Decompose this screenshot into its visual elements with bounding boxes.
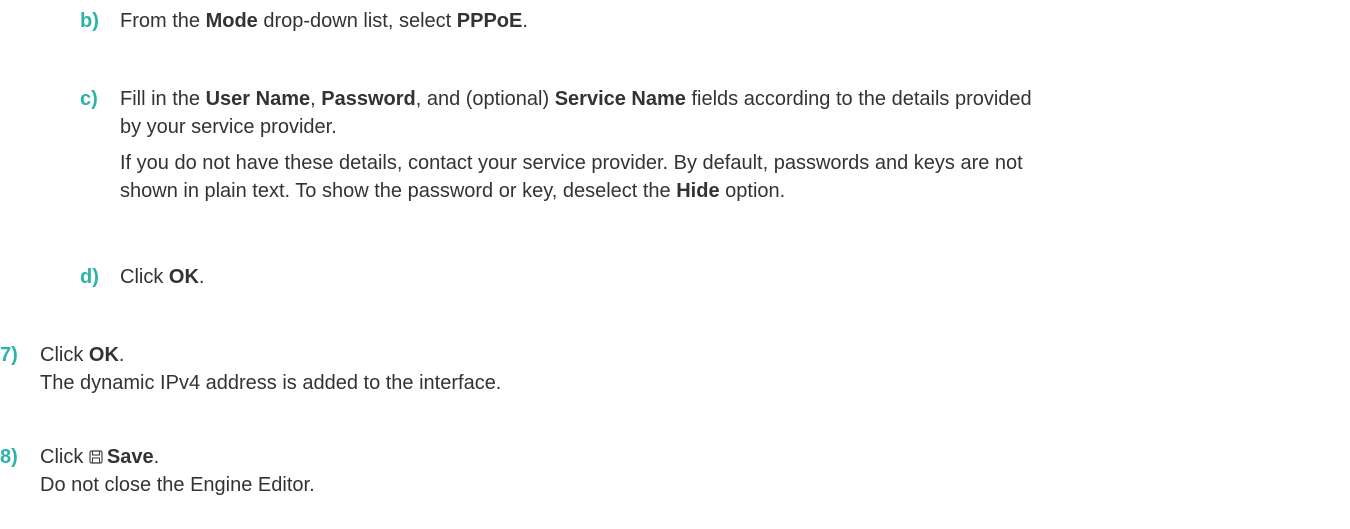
text-run: shown in plain text. To show the passwor… bbox=[120, 180, 677, 202]
substep-text-line: by your service provider. bbox=[120, 116, 337, 138]
text-run: Fill in the bbox=[120, 88, 206, 110]
ui-term-password: Password bbox=[321, 88, 416, 110]
text-run: , and (optional) bbox=[415, 88, 555, 110]
text-run: option. bbox=[719, 180, 786, 202]
substep-marker: c) bbox=[80, 88, 98, 110]
save-icon bbox=[89, 450, 103, 464]
text-run: . bbox=[198, 266, 205, 288]
substep-note: If you do not have these details, contac… bbox=[120, 149, 1310, 205]
step-result: Do not close the Engine Editor. bbox=[40, 474, 315, 496]
text-run: drop-down list, select bbox=[257, 10, 457, 32]
ui-term-hide: Hide bbox=[676, 180, 720, 202]
text-run: Click bbox=[120, 266, 169, 288]
ui-term-save: Save bbox=[106, 446, 154, 468]
ui-term-service-name: Service Name bbox=[554, 88, 686, 110]
text-run: From the bbox=[120, 10, 206, 32]
substep-text: Click OK. bbox=[120, 263, 1310, 291]
ui-term-mode: Mode bbox=[205, 10, 258, 32]
step-marker: 7) bbox=[0, 344, 18, 366]
step-marker: 8) bbox=[0, 446, 18, 468]
step-text: Click OK. bbox=[40, 341, 1310, 369]
text-run: Click bbox=[40, 344, 89, 366]
text-run: . bbox=[153, 446, 160, 468]
substep-marker: d) bbox=[80, 266, 99, 288]
substep-text-line: Fill in the User Name, Password, and (op… bbox=[120, 85, 1310, 113]
substep-text: From the Mode drop-down list, select PPP… bbox=[120, 7, 1310, 35]
note-line: If you do not have these details, contac… bbox=[120, 152, 1023, 174]
text-run: , bbox=[310, 88, 322, 110]
document-page: { "steps": { "b": { "marker": "b)", "tex… bbox=[0, 0, 1350, 529]
substep-marker: b) bbox=[80, 10, 99, 32]
ui-term-ok: OK bbox=[88, 344, 119, 366]
ui-term-pppoe: PPPoE bbox=[456, 10, 523, 32]
text-run: . bbox=[522, 10, 528, 32]
step-result: The dynamic IPv4 address is added to the… bbox=[40, 372, 502, 394]
text-run: Click bbox=[40, 446, 89, 468]
text-run: fields according to the details provided bbox=[685, 88, 1032, 110]
note-line: shown in plain text. To show the passwor… bbox=[120, 177, 1310, 205]
ui-term-ok: OK bbox=[168, 266, 199, 288]
text-run: . bbox=[118, 344, 125, 366]
ui-term-user-name: User Name bbox=[205, 88, 311, 110]
step-text: Click Save. bbox=[40, 443, 1310, 471]
